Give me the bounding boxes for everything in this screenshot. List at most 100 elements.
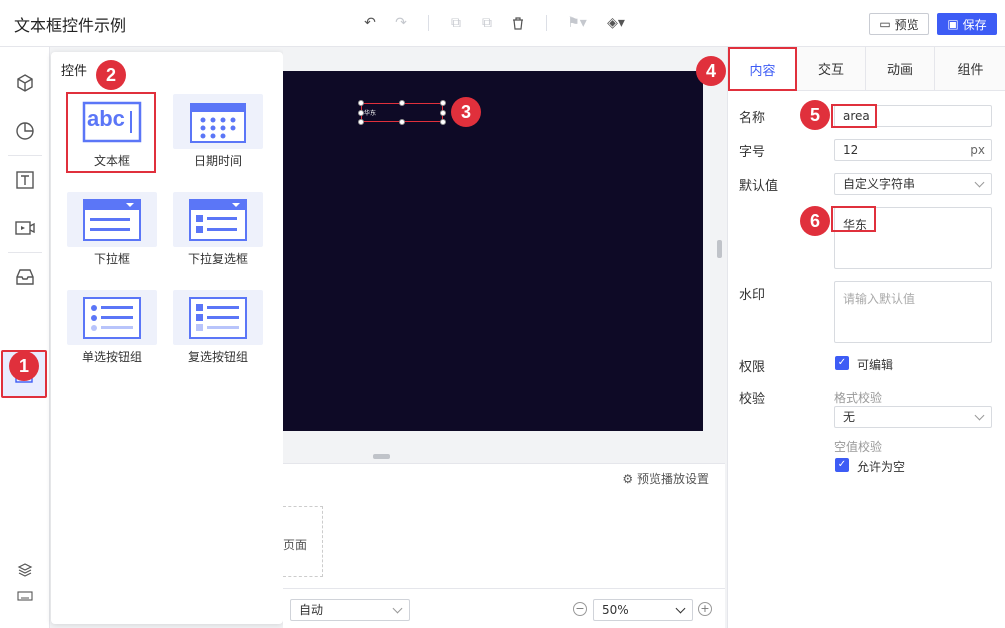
tab-content[interactable]: 内容 — [728, 47, 797, 91]
fontsize-value: 12 — [843, 143, 859, 157]
step-badge-1: 1 — [9, 351, 39, 381]
default-type-select[interactable]: 自定义字符串 — [834, 173, 992, 195]
resize-handle[interactable] — [358, 119, 364, 125]
empty-validate-label: 空值校验 — [834, 440, 883, 454]
property-panel: 内容 交互 动画 组件 名称 area 字号 12 px 默认值 自定义字符串 … — [727, 47, 1005, 628]
step-badge-4: 4 — [696, 56, 726, 86]
chevron-down-icon — [675, 603, 686, 614]
textbox-widget-value: 华东 — [364, 110, 377, 117]
preview-label: 预览 — [894, 17, 919, 32]
nav-divider — [8, 252, 42, 253]
nav-divider — [8, 155, 42, 156]
align-icon[interactable]: ⚑▾ — [565, 14, 589, 32]
name-label: 名称 — [739, 111, 766, 126]
format-validate-label: 格式校验 — [834, 391, 883, 405]
resize-handle[interactable] — [440, 119, 446, 125]
zoom-select[interactable]: 50% — [593, 599, 693, 621]
size-mode-value: 自动 — [299, 603, 324, 617]
left-nav — [0, 47, 50, 628]
step-badge-3: 3 — [451, 97, 481, 127]
tab-interaction[interactable]: 交互 — [797, 47, 866, 91]
default-value-label: 默认值 — [739, 179, 779, 194]
watermark-textarea[interactable]: 请输入默认值 — [834, 281, 992, 343]
name-highlight — [831, 104, 877, 128]
resize-handle[interactable] — [358, 100, 364, 106]
preview-button[interactable]: ▭ 预览 — [869, 13, 929, 35]
zoom-value: 50% — [602, 603, 629, 617]
default-value-highlight — [831, 206, 876, 232]
size-mode-select[interactable]: 自动 — [290, 599, 410, 621]
undo-icon[interactable]: ↶ — [361, 14, 379, 32]
widget-label-textbox: 文本框 — [93, 154, 130, 168]
gear-icon: ⚙ — [622, 472, 634, 486]
bottom-bar: 自动 − 50% + — [283, 588, 725, 628]
zoom-in-icon[interactable]: + — [698, 602, 712, 616]
resize-handle[interactable] — [399, 100, 405, 106]
top-toolbar: 文本框控件示例 ↶ ↷ ⧉ ⧉ ⚑▾ ◈▾ ▭ 预览 ▣ 保存 — [0, 0, 1005, 47]
textbox-widget-on-canvas[interactable]: 华东 — [358, 100, 446, 125]
tab-animation[interactable]: 动画 — [866, 47, 935, 91]
text-icon[interactable] — [9, 164, 41, 196]
checkbox-group-widget-card[interactable] — [173, 290, 263, 345]
save-button[interactable]: ▣ 保存 — [937, 13, 997, 35]
vertical-scrollbar[interactable] — [717, 240, 722, 258]
save-label: 保存 — [962, 17, 987, 32]
panel-title: 控件 — [61, 64, 88, 79]
format-validate-value: 无 — [843, 410, 856, 424]
inbox-icon[interactable] — [9, 261, 41, 293]
step-badge-2: 2 — [96, 60, 126, 90]
editable-checkbox[interactable]: ✓ — [835, 356, 849, 370]
redo-icon[interactable]: ↷ — [392, 14, 410, 32]
video-icon[interactable] — [9, 212, 41, 244]
preview-play-settings-label: 预览播放设置 — [636, 472, 709, 486]
pie-chart-icon[interactable] — [9, 115, 41, 147]
page-title: 文本框控件示例 — [14, 16, 127, 35]
allow-empty-label: 允许为空 — [857, 460, 906, 474]
resize-handle[interactable] — [440, 110, 446, 116]
resize-handle[interactable] — [399, 119, 405, 125]
chevron-down-icon — [392, 603, 403, 614]
step-badge-6: 6 — [800, 206, 830, 236]
multi-dropdown-widget-card[interactable] — [173, 192, 263, 247]
step-badge-5: 5 — [800, 100, 830, 130]
preview-play-settings[interactable]: ⚙ 预览播放设置 — [622, 470, 709, 487]
monitor-icon: ▭ — [879, 17, 891, 31]
toolbar-divider — [546, 15, 547, 31]
fontsize-unit: px — [970, 143, 985, 157]
paste-icon[interactable]: ⧉ — [478, 14, 496, 32]
page-label: 页面 — [283, 538, 308, 552]
chevron-down-icon — [974, 410, 985, 421]
horizontal-scrollbar[interactable] — [373, 454, 390, 459]
format-validate-select[interactable]: 无 — [834, 406, 992, 428]
fontsize-label: 字号 — [739, 145, 766, 160]
validate-label: 校验 — [739, 392, 766, 407]
widget-panel: 控件 2 abc 文本框 日期时间 下拉框 下拉复选框 单选按钮组 复选按钮组 — [51, 52, 283, 624]
tab-component[interactable]: 组件 — [935, 47, 1005, 91]
layer-icon[interactable]: ◈▾ — [604, 14, 628, 32]
toolbar-divider — [428, 15, 429, 31]
radio-group-widget-card[interactable] — [67, 290, 157, 345]
editable-label: 可编辑 — [857, 358, 894, 372]
allow-empty-checkbox[interactable]: ✓ — [835, 458, 849, 472]
default-type-value: 自定义字符串 — [843, 177, 916, 191]
permission-label: 权限 — [739, 360, 766, 375]
save-icon: ▣ — [947, 17, 959, 31]
dropdown-widget-card[interactable] — [67, 192, 157, 247]
delete-icon[interactable] — [509, 14, 527, 32]
widget-label-datetime: 日期时间 — [193, 154, 242, 168]
keyboard-icon[interactable] — [9, 580, 41, 612]
chevron-down-icon — [974, 177, 985, 188]
resize-handle[interactable] — [440, 100, 446, 106]
widget-label-multi-dropdown: 下拉复选框 — [187, 252, 248, 266]
zoom-out-icon[interactable]: − — [573, 602, 587, 616]
cube-icon[interactable] — [9, 67, 41, 99]
copy-icon[interactable]: ⧉ — [447, 14, 465, 32]
widget-label-dropdown: 下拉框 — [93, 252, 130, 266]
resize-handle[interactable] — [358, 110, 364, 116]
dashboard-stage[interactable] — [283, 71, 703, 431]
watermark-placeholder: 请输入默认值 — [843, 292, 916, 306]
watermark-label: 水印 — [739, 288, 766, 303]
fontsize-input[interactable]: 12 px — [834, 139, 992, 161]
widget-label-radio-group: 单选按钮组 — [81, 350, 142, 364]
datetime-widget-card[interactable] — [173, 94, 263, 149]
